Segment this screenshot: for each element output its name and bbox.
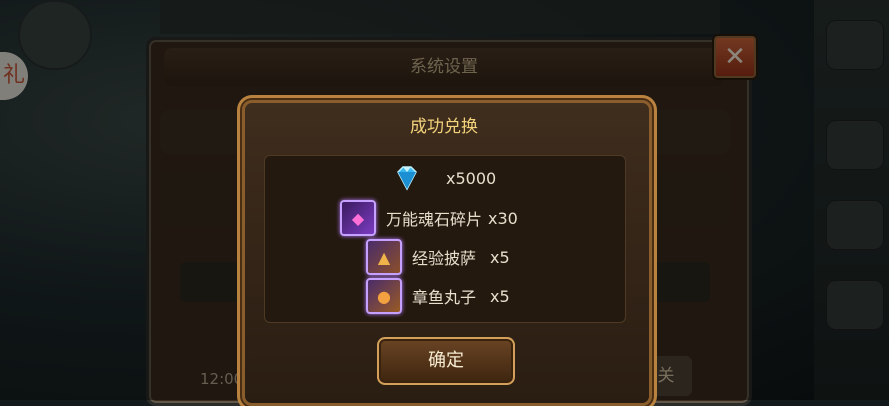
dialog-title: 成功兑换 (410, 117, 478, 137)
reward-name: 经验披萨 (412, 249, 477, 268)
experience-pizza-icon: ▲ (366, 239, 402, 275)
reward-name: 万能魂石碎片 (386, 210, 483, 229)
reward-quantity: x5 (490, 247, 510, 267)
reward-item: x5000 (392, 163, 496, 193)
reward-quantity: x5 (490, 286, 510, 306)
octopus-ball-skewer-icon: ● (366, 278, 402, 314)
diamond-gem-icon (397, 166, 417, 191)
reward-quantity: x30 (488, 208, 518, 228)
reward-name: 章鱼丸子 (412, 288, 477, 307)
reward-item: ▲ 经验披萨 x5 (366, 239, 510, 275)
reward-item: ● 章鱼丸子 x5 (366, 278, 510, 314)
reward-item: ◆ 万能魂石碎片 x30 (340, 200, 518, 236)
reward-quantity: x5000 (446, 168, 497, 188)
confirm-button[interactable]: 确定 (377, 337, 515, 385)
soul-stone-fragment-icon: ◆ (340, 200, 376, 236)
